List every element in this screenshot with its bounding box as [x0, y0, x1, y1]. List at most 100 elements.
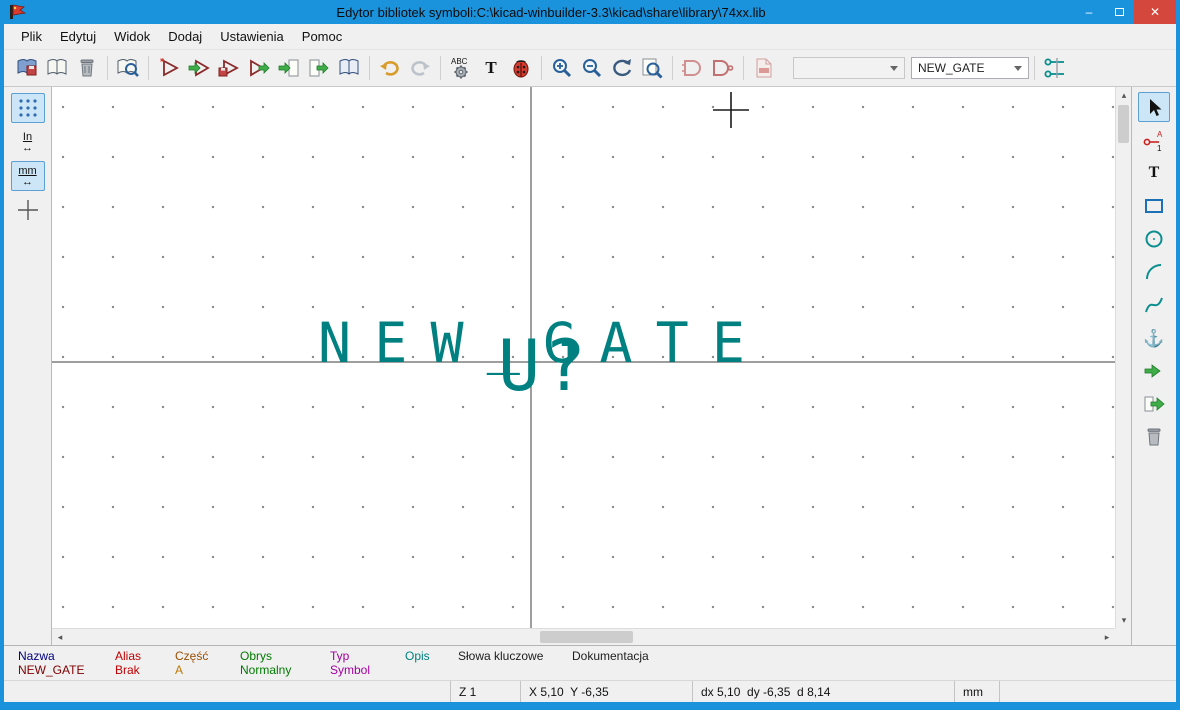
redraw-view-button[interactable]	[607, 54, 637, 83]
set-anchor-button[interactable]: ⚓	[1138, 323, 1170, 353]
units-inch-button[interactable]: In ↔	[11, 127, 45, 157]
redo-button[interactable]	[405, 54, 435, 83]
polyline-icon	[1143, 294, 1165, 316]
field-czesc: Część A	[175, 649, 240, 680]
zoom-out-button[interactable]	[577, 54, 607, 83]
properties-gear-icon: ABC	[448, 56, 474, 80]
app-window: Edytor bibliotek symboli:C:\kicad-winbui…	[0, 0, 1180, 710]
units-mm-button[interactable]: mm ↔	[11, 161, 45, 191]
editor-canvas[interactable]: NEW_GATE U?	[52, 87, 1115, 628]
open-book-button[interactable]	[334, 54, 364, 83]
field-label: Słowa kluczowe	[458, 649, 572, 663]
add-arc-button[interactable]	[1138, 257, 1170, 287]
cursor-arrow-icon	[1144, 97, 1164, 117]
add-circle-button[interactable]	[1138, 224, 1170, 254]
field-label: Alias	[115, 649, 175, 663]
add-field-text-button[interactable]: T	[476, 54, 506, 83]
zoom-fit-button[interactable]	[637, 54, 667, 83]
ladybug-icon	[509, 56, 533, 80]
pin-edit-button[interactable]	[1040, 54, 1070, 83]
menu-plik[interactable]: Plik	[12, 25, 51, 48]
rectangle-icon	[1143, 195, 1165, 217]
scroll-left-arrow[interactable]: ◂	[52, 629, 68, 645]
minimize-button[interactable]: –	[1074, 0, 1104, 24]
window-bottom-border	[4, 702, 1176, 710]
svg-text:1: 1	[1157, 144, 1162, 152]
mm-label: mm	[18, 166, 36, 177]
menu-bar: Plik Edytuj Widok Dodaj Ustawienia Pomoc	[4, 24, 1176, 50]
undo-button[interactable]	[375, 54, 405, 83]
scroll-right-arrow[interactable]: ▸	[1099, 629, 1115, 645]
inch-label: In	[23, 132, 32, 143]
menu-ustawienia[interactable]: Ustawienia	[211, 25, 293, 48]
save-component-icon	[217, 56, 241, 80]
datasheet-pdf-button[interactable]	[749, 54, 779, 83]
import-component-button[interactable]	[274, 54, 304, 83]
vertical-scrollbar[interactable]: ▴ ▾	[1115, 87, 1131, 628]
import-icon	[277, 56, 301, 80]
zoom-in-button[interactable]	[547, 54, 577, 83]
cursor-status-bar: Z 1 X 5,10 Y -6,35 dx 5,10 dy -6,35 d 8,…	[4, 680, 1176, 702]
add-pin-button[interactable]: A 1	[1138, 125, 1170, 155]
grid-icon	[17, 97, 39, 119]
export-shape-button[interactable]	[1138, 389, 1170, 419]
add-polyline-button[interactable]	[1138, 290, 1170, 320]
add-text-tool-button[interactable]: T	[1138, 158, 1170, 188]
toolbar-separator	[107, 56, 108, 80]
erc-check-button[interactable]	[506, 54, 536, 83]
grid-toggle-button[interactable]	[11, 93, 45, 123]
vertical-scroll-thumb[interactable]	[1118, 105, 1129, 143]
zoom-out-icon	[580, 56, 604, 80]
select-cursor-button[interactable]	[1138, 92, 1170, 122]
cursor-shape-button[interactable]	[11, 195, 45, 225]
status-spacer	[999, 681, 1176, 702]
anchor-icon: ⚓	[1143, 330, 1164, 347]
reference-text[interactable]: U?	[498, 325, 586, 407]
horizontal-scroll-thumb[interactable]	[540, 631, 633, 643]
scrollbar-corner	[1115, 628, 1131, 645]
new-component-button[interactable]	[154, 54, 184, 83]
library-browser-icon	[116, 56, 140, 80]
load-component-button[interactable]	[184, 54, 214, 83]
cursor-position: X 5,10 Y -6,35	[520, 681, 692, 702]
select-library-button[interactable]	[42, 54, 72, 83]
delete-component-button[interactable]	[72, 54, 102, 83]
field-label: Część	[175, 649, 240, 663]
menu-widok[interactable]: Widok	[105, 25, 159, 48]
left-options-toolbar: In ↔ mm ↔	[4, 87, 52, 645]
add-rectangle-button[interactable]	[1138, 191, 1170, 221]
import-shape-button[interactable]	[1138, 356, 1170, 386]
load-component-icon	[187, 56, 211, 80]
maximize-button[interactable]	[1104, 0, 1134, 24]
export-component-button[interactable]	[304, 54, 334, 83]
copy-component-button[interactable]	[244, 54, 274, 83]
save-library-button[interactable]	[12, 54, 42, 83]
demorgan-normal-button[interactable]	[678, 54, 708, 83]
scroll-down-arrow[interactable]: ▾	[1116, 612, 1132, 628]
close-button[interactable]: ✕	[1134, 0, 1176, 24]
component-properties-button[interactable]: ABC	[446, 54, 476, 83]
field-slowa-kluczowe: Słowa kluczowe	[458, 649, 572, 680]
field-label: Obrys	[240, 649, 330, 663]
scroll-up-arrow[interactable]: ▴	[1116, 87, 1132, 103]
pin-edit-icon	[1042, 56, 1068, 80]
toolbar-separator	[440, 56, 441, 80]
width-arrow-icon: ↔	[22, 143, 33, 153]
demorgan-converted-button[interactable]	[708, 54, 738, 83]
window-controls: – ✕	[1074, 0, 1176, 24]
menu-dodaj[interactable]: Dodaj	[159, 25, 211, 48]
menu-pomoc[interactable]: Pomoc	[293, 25, 351, 48]
main-area: In ↔ mm ↔	[4, 87, 1176, 645]
delete-item-button[interactable]	[1138, 422, 1170, 452]
trash-icon	[1143, 426, 1165, 448]
menu-edytuj[interactable]: Edytuj	[51, 25, 105, 48]
library-browser-button[interactable]	[113, 54, 143, 83]
field-value: A	[175, 663, 240, 677]
horizontal-scrollbar[interactable]: ◂ ▸	[52, 628, 1115, 645]
alias-combo[interactable]	[793, 57, 905, 79]
part-combo[interactable]: NEW_GATE	[911, 57, 1029, 79]
width-arrow-icon: ↔	[22, 177, 33, 187]
toolbar-separator	[148, 56, 149, 80]
save-component-button[interactable]	[214, 54, 244, 83]
open-book-icon	[337, 56, 361, 80]
